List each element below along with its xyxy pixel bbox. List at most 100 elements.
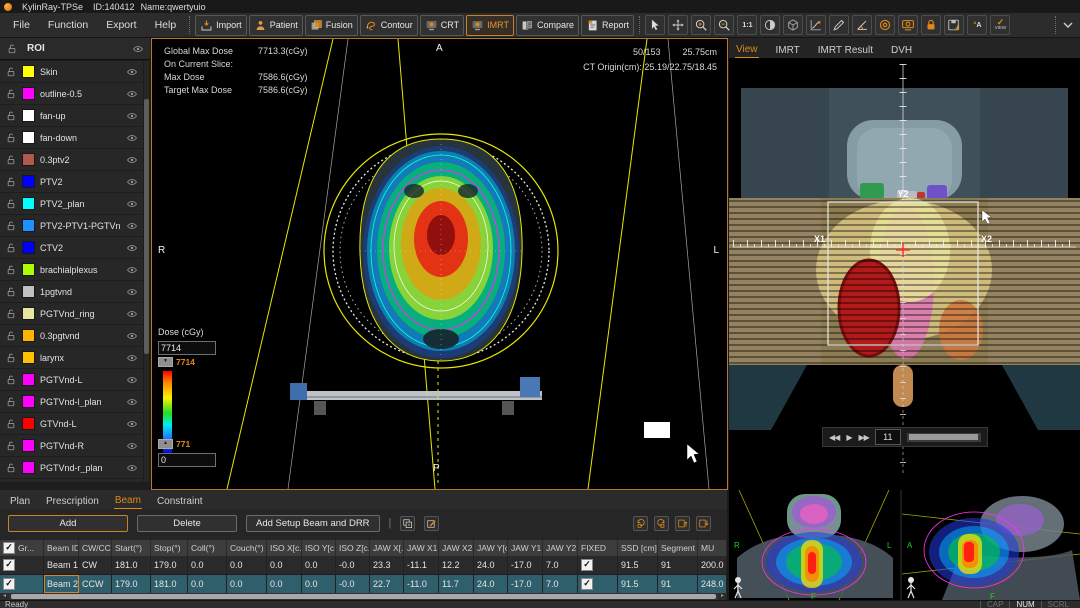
cell-18[interactable]: 91 <box>658 556 698 574</box>
triangle-down-icon[interactable]: ▼ <box>158 357 173 367</box>
lock-open-icon[interactable] <box>5 440 17 452</box>
column-header-iso-y-c[interactable]: ISO Y[c... <box>302 540 336 556</box>
row-checkbox[interactable]: ✓ <box>3 578 15 590</box>
cell-3[interactable]: 179.0 <box>112 575 151 593</box>
cell-7[interactable]: 0.0 <box>267 556 302 574</box>
cell-4[interactable]: 179.0 <box>151 556 188 574</box>
column-header-jaw-x[interactable]: JAW X[... <box>370 540 404 556</box>
eye-icon[interactable] <box>126 374 138 386</box>
eye-icon[interactable] <box>126 110 138 122</box>
pan-tool-button[interactable] <box>668 15 688 35</box>
frame-slider[interactable] <box>907 433 981 442</box>
add-setup-beam-button[interactable]: Add Setup Beam and DRR <box>246 515 380 532</box>
zoom-out-tool-button[interactable] <box>714 15 734 35</box>
lock-open-icon[interactable] <box>5 66 17 78</box>
cell-18[interactable]: 91 <box>658 575 698 593</box>
menu-export[interactable]: Export <box>97 19 145 31</box>
cell-15[interactable]: 7.0 <box>543 575 578 593</box>
tab-dvh[interactable]: DVH <box>890 43 913 58</box>
eye-icon[interactable] <box>126 154 138 166</box>
colorbar-max-input[interactable] <box>158 341 216 355</box>
roi-item-pgtvnd-r[interactable]: PGTVnd-R <box>0 435 143 456</box>
eye-icon[interactable] <box>126 66 138 78</box>
cell-10[interactable]: 22.7 <box>370 575 404 593</box>
tab-beam[interactable]: Beam <box>114 493 142 509</box>
row-checkbox[interactable]: ✓ <box>3 559 15 571</box>
font-size-tool-button[interactable]: °A <box>967 15 987 35</box>
menu-help[interactable]: Help <box>146 19 186 31</box>
lock-open-icon[interactable] <box>5 110 17 122</box>
eye-icon[interactable] <box>126 242 138 254</box>
roi-item-0-3pgtvnd[interactable]: 0.3pgtvnd <box>0 325 143 346</box>
eye-icon[interactable] <box>126 198 138 210</box>
roi-item-ptv2[interactable]: PTV2 <box>0 171 143 192</box>
toolbar-button-contour[interactable]: Contour <box>360 15 418 36</box>
bev-scene[interactable]: X1 X2 Y2 <box>729 58 1080 490</box>
profile-tool-button[interactable] <box>806 15 826 35</box>
tab-constraint[interactable]: Constraint <box>156 494 204 509</box>
cell-4[interactable]: 181.0 <box>151 575 188 593</box>
eye-icon[interactable] <box>126 462 138 474</box>
cell-12[interactable]: 11.7 <box>439 575 474 593</box>
eye-icon[interactable] <box>126 418 138 430</box>
cell-11[interactable]: -11.1 <box>404 556 439 574</box>
column-header-jaw-x1[interactable]: JAW X1... <box>404 540 439 556</box>
actual-size-tool-button[interactable]: 1:1 <box>737 15 757 35</box>
cell-14[interactable]: -17.0 <box>508 556 543 574</box>
triangle-up-icon[interactable]: ▲ <box>158 439 173 449</box>
colorbar-min-input[interactable] <box>158 453 216 467</box>
eye-icon[interactable] <box>126 330 138 342</box>
angle-tool-button[interactable] <box>852 15 872 35</box>
lock-open-icon[interactable] <box>5 88 17 100</box>
beam-table-row[interactable]: ✓Beam 2CCW179.0181.00.00.00.00.0-0.022.7… <box>0 575 727 594</box>
fast-forward-icon[interactable]: ▶▶ <box>858 433 868 442</box>
ruler-tool-button[interactable] <box>829 15 849 35</box>
axial-view[interactable]: Global Max Dose7713.3(cGy) On Current Sl… <box>151 38 728 490</box>
column-header-mu[interactable]: MU <box>698 540 727 556</box>
move-down-button[interactable] <box>696 516 711 531</box>
lock-open-icon[interactable] <box>5 308 17 320</box>
roi-item-fan-down[interactable]: fan-down <box>0 127 143 148</box>
table-horizontal-scrollbar[interactable]: ◂ ▸ <box>0 593 727 600</box>
copy-beam-button[interactable] <box>400 516 415 531</box>
tab-view[interactable]: View <box>735 42 759 58</box>
column-header-jaw-y1[interactable]: JAW Y1... <box>508 540 543 556</box>
cell-8[interactable]: 0.0 <box>302 575 336 593</box>
cell-1[interactable]: Beam 1 <box>44 556 79 574</box>
cell-1[interactable]: Beam 2 <box>44 575 79 593</box>
roi-item-ptv2-plan[interactable]: PTV2_plan <box>0 193 143 214</box>
tab-plan[interactable]: Plan <box>9 494 31 509</box>
roi-scrollbar-thumb[interactable] <box>144 99 149 354</box>
cell-5[interactable]: 0.0 <box>188 556 227 574</box>
toolbar-button-patient[interactable]: Patient <box>249 15 303 36</box>
roi-item-pgtvnd-l[interactable]: PGTVnd-L <box>0 369 143 390</box>
roi-item-ctv2[interactable]: CTV2 <box>0 237 143 258</box>
move-up-button[interactable] <box>675 516 690 531</box>
lock-open-icon[interactable] <box>5 374 17 386</box>
eye-icon[interactable] <box>126 396 138 408</box>
column-header-iso-x-c[interactable]: ISO X[c... <box>267 540 302 556</box>
column-header-jaw-y2[interactable]: JAW Y2... <box>543 540 578 556</box>
eye-icon[interactable] <box>126 264 138 276</box>
cell-2[interactable]: CCW <box>79 575 112 593</box>
coronal-dose-view[interactable]: R L F <box>729 490 900 600</box>
lock-open-icon[interactable] <box>5 396 17 408</box>
column-header-cw-ccw[interactable]: CW/CCW <box>79 540 112 556</box>
cell-14[interactable]: -17.0 <box>508 575 543 593</box>
roi-item-pgtvnd-l-plan[interactable]: PGTVnd-l_plan <box>0 391 143 412</box>
lock-open-icon[interactable] <box>5 264 17 276</box>
toolbar-button-compare[interactable]: Compare <box>516 15 579 36</box>
header-checkbox[interactable]: ✓ <box>3 542 15 554</box>
rewind-icon[interactable]: ◀◀ <box>829 433 839 442</box>
cell-7[interactable]: 0.0 <box>267 575 302 593</box>
cell-13[interactable]: 24.0 <box>474 556 508 574</box>
roi-item-ptv2-ptv1-pgtvnd-pgtvn[interactable]: PTV2-PTV1-PGTVnd-PGTVn: <box>0 215 143 236</box>
column-header-iso-z-c[interactable]: ISO Z[c... <box>336 540 370 556</box>
lock-open-icon[interactable] <box>5 242 17 254</box>
tab-imrt-result[interactable]: IMRT Result <box>817 43 874 58</box>
tab-imrt[interactable]: IMRT <box>775 43 801 58</box>
lock-open-icon[interactable] <box>5 132 17 144</box>
lock-open-icon[interactable] <box>6 43 18 55</box>
eye-icon[interactable] <box>132 43 144 55</box>
cell-15[interactable]: 7.0 <box>543 556 578 574</box>
